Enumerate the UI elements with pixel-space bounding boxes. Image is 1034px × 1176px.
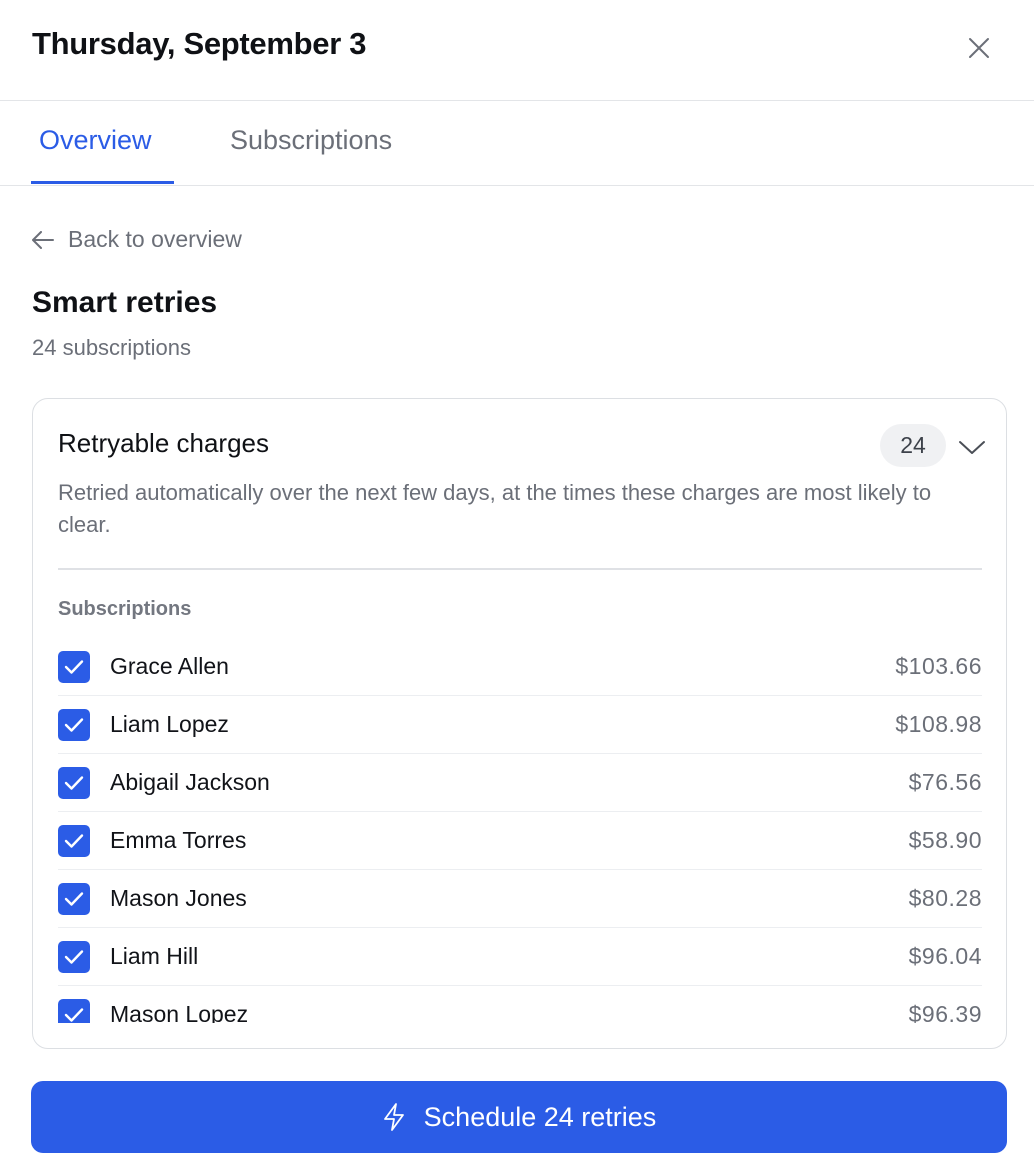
list-item: Mason Lopez $96.39	[58, 986, 982, 1023]
tab-overview[interactable]: Overview	[39, 125, 152, 156]
back-to-overview-link[interactable]: Back to overview	[32, 226, 242, 253]
check-icon	[64, 718, 84, 732]
check-icon	[64, 776, 84, 790]
arrow-left-icon	[32, 230, 54, 249]
row-checkbox[interactable]	[58, 999, 90, 1023]
row-checkbox[interactable]	[58, 709, 90, 741]
subscriber-name: Emma Torres	[110, 827, 247, 853]
schedule-button-label: Schedule 24 retries	[423, 1101, 657, 1132]
tab-bar: Overview Subscriptions	[0, 101, 1034, 186]
subscription-list[interactable]: Grace Allen $103.66 Liam Lopez $108.98 A…	[33, 638, 1006, 1023]
row-checkbox[interactable]	[58, 883, 90, 915]
list-item: Liam Lopez $108.98	[58, 696, 982, 754]
divider	[58, 568, 982, 570]
subscriber-name: Liam Lopez	[110, 711, 229, 737]
section-subtitle: 24 subscriptions	[32, 335, 191, 360]
close-icon	[969, 38, 989, 58]
row-checkbox[interactable]	[58, 941, 90, 973]
list-item: Liam Hill $96.04	[58, 928, 982, 986]
row-checkbox[interactable]	[58, 825, 90, 857]
back-link-label: Back to overview	[68, 226, 242, 252]
charge-amount: $96.39	[908, 1001, 982, 1023]
list-item: Grace Allen $103.66	[58, 638, 982, 696]
check-icon	[64, 892, 84, 906]
subscriber-name: Liam Hill	[110, 943, 199, 969]
page-title: Thursday, September 3	[32, 26, 367, 61]
schedule-retries-button[interactable]: Schedule 24 retries	[31, 1081, 1007, 1153]
list-item: Emma Torres $58.90	[58, 812, 982, 870]
expand-toggle[interactable]	[957, 432, 987, 462]
check-icon	[64, 1008, 84, 1022]
subscriber-name: Mason Jones	[110, 885, 247, 911]
panel-header: Thursday, September 3	[0, 0, 1034, 101]
lightning-bolt-icon	[383, 1103, 404, 1131]
section-title: Smart retries	[32, 286, 218, 319]
list-item: Mason Jones $80.28	[58, 870, 982, 928]
charge-amount: $108.98	[895, 711, 982, 737]
tab-subscriptions[interactable]: Subscriptions	[230, 125, 392, 156]
card-description: Retried automatically over the next few …	[58, 480, 932, 537]
row-checkbox[interactable]	[58, 651, 90, 683]
check-icon	[64, 950, 84, 964]
subscriber-name: Mason Lopez	[110, 1001, 249, 1023]
charge-amount: $96.04	[908, 943, 982, 969]
charge-amount: $80.28	[908, 885, 982, 911]
row-checkbox[interactable]	[58, 767, 90, 799]
retryable-charges-card: Retryable charges 24 Retried automatical…	[32, 398, 1007, 1049]
close-button[interactable]	[962, 31, 996, 65]
charge-amount: $58.90	[908, 827, 982, 853]
list-label: Subscriptions	[58, 598, 192, 620]
count-badge: 24	[880, 424, 946, 467]
check-icon	[64, 834, 84, 848]
subscriber-name: Abigail Jackson	[110, 769, 270, 795]
list-item: Abigail Jackson $76.56	[58, 754, 982, 812]
active-tab-indicator	[31, 181, 174, 184]
subscriber-name: Grace Allen	[110, 653, 229, 679]
check-icon	[64, 660, 84, 674]
charge-amount: $103.66	[895, 653, 982, 679]
chevron-down-icon	[959, 441, 985, 454]
charge-amount: $76.56	[908, 769, 982, 795]
card-title: Retryable charges	[58, 428, 269, 458]
